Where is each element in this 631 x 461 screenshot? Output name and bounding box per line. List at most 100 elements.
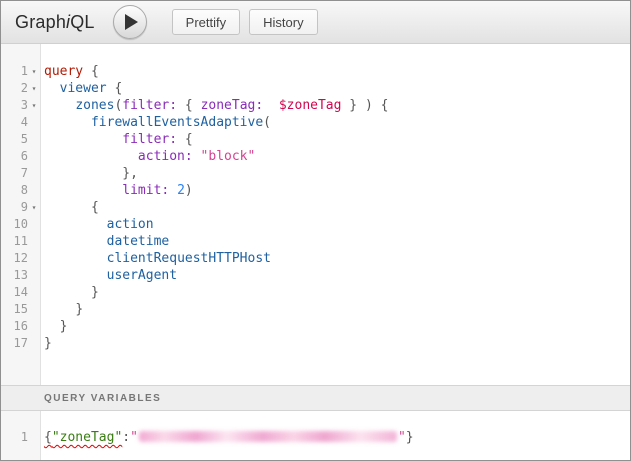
- line-number: 10: [1, 216, 28, 233]
- code-token: [177, 98, 185, 113]
- code-token: clientRequestHTTPHost: [107, 251, 271, 266]
- query-code-editor[interactable]: query { viewer { zones(filter: { zoneTag…: [41, 44, 630, 385]
- code-token: }: [75, 302, 83, 317]
- line-number: 3: [1, 97, 28, 114]
- redacted-value: [139, 431, 397, 442]
- code-line: limit: 2): [44, 182, 630, 199]
- code-token: filter:: [122, 98, 177, 113]
- code-token: [193, 149, 201, 164]
- line-number: 7: [1, 165, 28, 182]
- gutter-row: 4: [1, 114, 40, 131]
- gutter-row: 16: [1, 318, 40, 335]
- line-number: 4: [1, 114, 28, 131]
- execute-button[interactable]: [113, 5, 147, 39]
- code-token: {: [185, 132, 193, 147]
- line-number: 17: [1, 335, 28, 352]
- line-number: 11: [1, 233, 28, 250]
- variables-line-number-gutter: 1: [1, 411, 41, 460]
- gutter-row: 1▾: [1, 63, 40, 80]
- code-token: datetime: [107, 234, 170, 249]
- code-token: [44, 115, 91, 130]
- code-token: }: [349, 98, 357, 113]
- code-token: action: [107, 217, 154, 232]
- code-line: zones(filter: { zoneTag: $zoneTag } ) {: [44, 97, 630, 114]
- code-token: [44, 200, 91, 215]
- code-token: filter:: [122, 132, 177, 147]
- code-token: [263, 98, 279, 113]
- code-token: 2: [177, 183, 185, 198]
- code-line: filter: {: [44, 131, 630, 148]
- gutter-row: 7: [1, 165, 40, 182]
- code-line: }: [44, 284, 630, 301]
- code-token: ): [185, 183, 193, 198]
- code-token: [44, 251, 107, 266]
- code-token: query: [44, 64, 83, 79]
- graphiql-window: GraphiQL Prettify History 1▾2▾3▾456789▾1…: [0, 0, 631, 461]
- line-number: 8: [1, 182, 28, 199]
- line-number: 5: [1, 131, 28, 148]
- gutter-row: 5: [1, 131, 40, 148]
- code-line: query {: [44, 63, 630, 80]
- app-title: GraphiQL: [15, 12, 95, 33]
- code-line: action: "block": [44, 148, 630, 165]
- gutter-row: 8: [1, 182, 40, 199]
- line-number: 1: [1, 429, 28, 446]
- code-line: }: [44, 301, 630, 318]
- code-line: }: [44, 335, 630, 352]
- code-line: {"zoneTag":""}: [44, 429, 630, 446]
- code-token: [193, 98, 201, 113]
- code-token: zoneTag:: [201, 98, 264, 113]
- code-line: {: [44, 199, 630, 216]
- code-token: {: [44, 430, 52, 445]
- code-line: userAgent: [44, 267, 630, 284]
- history-button[interactable]: History: [249, 9, 317, 35]
- code-token: }: [60, 319, 68, 334]
- code-token: [44, 98, 75, 113]
- code-token: [44, 234, 107, 249]
- gutter-row: 14: [1, 284, 40, 301]
- code-token: [44, 302, 75, 317]
- code-token: [373, 98, 381, 113]
- code-token: }: [406, 430, 414, 445]
- code-token: {: [381, 98, 389, 113]
- gutter-row: 11: [1, 233, 40, 250]
- code-token: (: [263, 115, 271, 130]
- prettify-button[interactable]: Prettify: [172, 9, 240, 35]
- line-number: 2: [1, 80, 28, 97]
- code-token: $zoneTag: [279, 98, 342, 113]
- code-token: [44, 268, 107, 283]
- fold-arrow-icon[interactable]: ▾: [28, 97, 40, 114]
- gutter-row: 10: [1, 216, 40, 233]
- code-token: "zoneTag": [52, 430, 122, 445]
- fold-arrow-icon[interactable]: ▾: [28, 199, 40, 216]
- code-token: [357, 98, 365, 113]
- line-number: 13: [1, 267, 28, 284]
- code-token: [44, 217, 107, 232]
- variables-title-bar[interactable]: QUERY VARIABLES: [1, 385, 630, 411]
- gutter-row: 15: [1, 301, 40, 318]
- code-token: [177, 132, 185, 147]
- code-token: "block": [201, 149, 256, 164]
- code-token: {: [185, 98, 193, 113]
- code-token: {: [107, 81, 123, 96]
- code-token: :: [122, 430, 130, 445]
- app-title-post: QL: [70, 12, 94, 32]
- gutter-row: 6: [1, 148, 40, 165]
- gutter-row: 3▾: [1, 97, 40, 114]
- gutter-row: 2▾: [1, 80, 40, 97]
- code-token: },: [122, 166, 138, 181]
- line-number-gutter: 1▾2▾3▾456789▾1011121314151617: [1, 44, 41, 385]
- line-number: 16: [1, 318, 28, 335]
- code-token: [44, 81, 60, 96]
- play-icon: [125, 14, 138, 30]
- gutter-row: 17: [1, 335, 40, 352]
- code-token: [44, 166, 122, 181]
- fold-arrow-icon[interactable]: ▾: [28, 63, 40, 80]
- line-number: 1: [1, 63, 28, 80]
- fold-arrow-icon[interactable]: ▾: [28, 80, 40, 97]
- variables-editor-pane: 1 {"zoneTag":""}: [1, 411, 630, 460]
- gutter-row: 12: [1, 250, 40, 267]
- variables-code-editor[interactable]: {"zoneTag":""}: [41, 411, 630, 460]
- code-line: firewallEventsAdaptive(: [44, 114, 630, 131]
- code-line: clientRequestHTTPHost: [44, 250, 630, 267]
